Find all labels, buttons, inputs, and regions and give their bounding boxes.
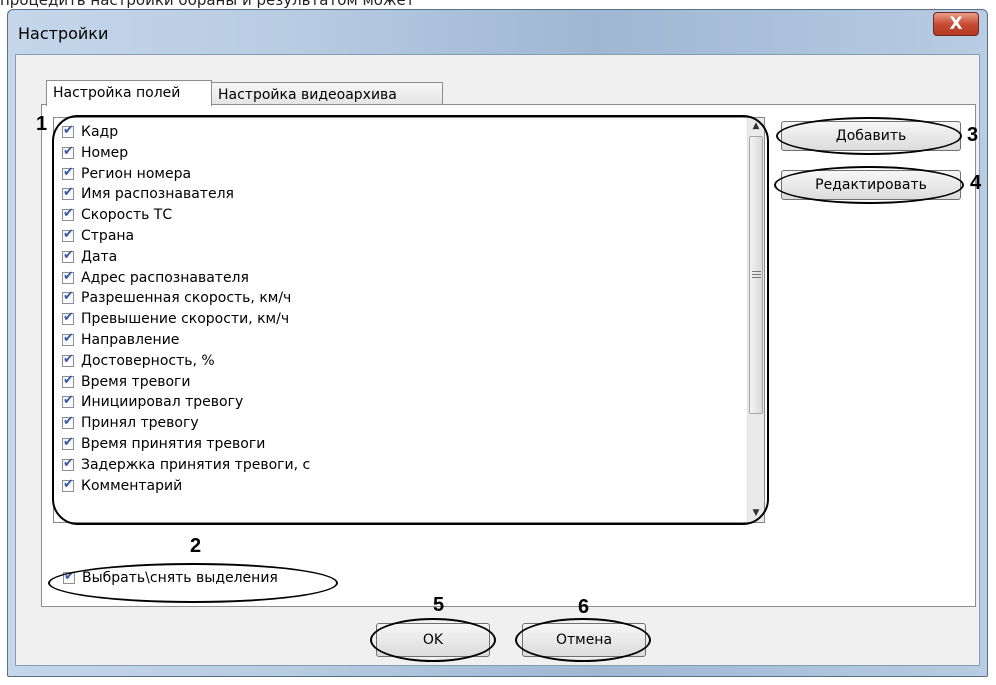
checkbox-icon[interactable] — [62, 144, 74, 159]
list-item-label: Страна — [81, 228, 135, 244]
checkbox-icon[interactable] — [62, 310, 74, 326]
list-item[interactable]: Инициировал тревогу — [62, 392, 243, 412]
list-item-label: Превышение скорости, км/ч — [81, 311, 290, 328]
list-item-label: Кадр — [81, 124, 119, 140]
scroll-down-icon[interactable]: ▼ — [748, 505, 764, 522]
list-item[interactable]: Страна — [62, 226, 134, 246]
callout-2: 2 — [190, 535, 202, 557]
add-button-label: Добавить — [835, 128, 907, 144]
list-item[interactable]: Дата — [62, 247, 117, 267]
checkbox-icon[interactable] — [62, 185, 74, 201]
tab-label: Настройка полей — [53, 85, 181, 101]
list-item[interactable]: Принял тревогу — [62, 413, 199, 433]
list-item[interactable]: Регион номера — [62, 164, 191, 184]
list-item-label: Дата — [81, 248, 118, 265]
edit-button-label: Редактировать — [815, 177, 927, 193]
ok-button-label: OK — [422, 632, 444, 648]
fields-list[interactable]: Кадр Номер Регион номера Имя распознавателя… — [53, 117, 765, 523]
edit-button[interactable]: Редактировать — [781, 170, 961, 200]
checkbox-icon[interactable] — [63, 569, 75, 584]
list-item-label: Инициировал тревогу — [81, 394, 244, 411]
checkbox-icon[interactable] — [62, 373, 74, 388]
scroll-thumb[interactable] — [749, 136, 763, 414]
ok-button[interactable]: OK — [376, 623, 490, 657]
list-item-label: Задержка принятия тревоги, с — [81, 456, 311, 473]
tab-field-settings[interactable]: Настройка полей — [46, 80, 212, 106]
checkbox-icon[interactable] — [62, 435, 74, 450]
tab-video-archive-settings[interactable]: Настройка видеоархива — [211, 82, 443, 106]
list-item[interactable]: Скорость ТС — [62, 205, 172, 225]
list-item[interactable]: Направление — [62, 330, 179, 350]
list-item-label: Комментарий — [81, 477, 183, 494]
select-all-label: Выбрать\снять выделения — [82, 570, 278, 586]
list-item-label: Время принятия тревоги — [81, 436, 266, 452]
fields-list-scrollbar[interactable]: ▲ ▼ — [747, 118, 764, 522]
list-item[interactable]: Комментарий — [62, 476, 182, 496]
checkbox-icon[interactable] — [62, 352, 74, 367]
list-item-label: Регион номера — [81, 165, 192, 182]
close-button[interactable]: X — [933, 12, 979, 36]
cut-off-document-text: процедить настройки обраны и результатом… — [0, 0, 415, 9]
checkbox-icon[interactable] — [62, 414, 74, 430]
callout-5: 5 — [433, 594, 445, 616]
scroll-up-icon[interactable]: ▲ — [748, 118, 764, 135]
title-bar[interactable]: Настройки X — [8, 10, 987, 54]
list-item-label: Разрешенная скорость, км/ч — [81, 290, 292, 307]
checkbox-icon[interactable] — [62, 393, 74, 409]
checkbox-icon[interactable] — [62, 123, 74, 138]
list-item[interactable]: Разрешенная скорость, км/ч — [62, 288, 291, 308]
list-item-label: Скорость ТС — [81, 207, 173, 224]
checkbox-icon[interactable] — [62, 289, 74, 305]
list-item[interactable]: Достоверность, % — [62, 351, 215, 371]
checkbox-icon[interactable] — [62, 165, 74, 180]
checkbox-icon[interactable] — [62, 477, 74, 492]
select-all-checkbox[interactable]: Выбрать\снять выделения — [63, 569, 278, 586]
checkbox-icon[interactable] — [62, 269, 74, 284]
cancel-button[interactable]: Отмена — [522, 623, 646, 657]
add-button[interactable]: Добавить — [781, 121, 961, 151]
callout-1: 1 — [36, 113, 48, 135]
list-item-label: Номер — [81, 144, 129, 161]
close-icon: X — [949, 14, 963, 34]
checkbox-icon[interactable] — [62, 227, 74, 242]
checkbox-icon[interactable] — [62, 456, 74, 471]
cancel-button-label: Отмена — [555, 632, 613, 648]
callout-6: 6 — [578, 596, 590, 618]
callout-4: 4 — [970, 172, 982, 194]
list-item[interactable]: Номер — [62, 143, 128, 163]
list-item-label: Достоверность, % — [81, 352, 215, 369]
checkbox-icon[interactable] — [62, 248, 74, 263]
list-item[interactable]: Имя распознавателя — [62, 184, 234, 204]
list-item[interactable]: Время тревоги — [62, 372, 190, 392]
checkbox-icon[interactable] — [62, 331, 74, 346]
list-item-label: Время тревоги — [81, 373, 191, 390]
callout-3: 3 — [967, 124, 979, 146]
list-item[interactable]: Адрес распознавателя — [62, 268, 249, 288]
list-item[interactable]: Превышение скорости, км/ч — [62, 309, 289, 329]
list-item[interactable]: Задержка принятия тревоги, с — [62, 455, 310, 475]
tab-label: Настройка видеоархива — [218, 87, 397, 103]
list-item-label: Имя распознавателя — [81, 186, 234, 203]
list-item[interactable]: Кадр — [62, 122, 118, 142]
list-item-label: Направление — [81, 332, 180, 348]
list-item[interactable]: Время принятия тревоги — [62, 434, 265, 454]
checkbox-icon[interactable] — [62, 206, 74, 222]
list-item-label: Адрес распознавателя — [81, 269, 249, 286]
list-item-label: Принял тревогу — [81, 415, 199, 432]
dialog-title: Настройки — [18, 24, 109, 43]
